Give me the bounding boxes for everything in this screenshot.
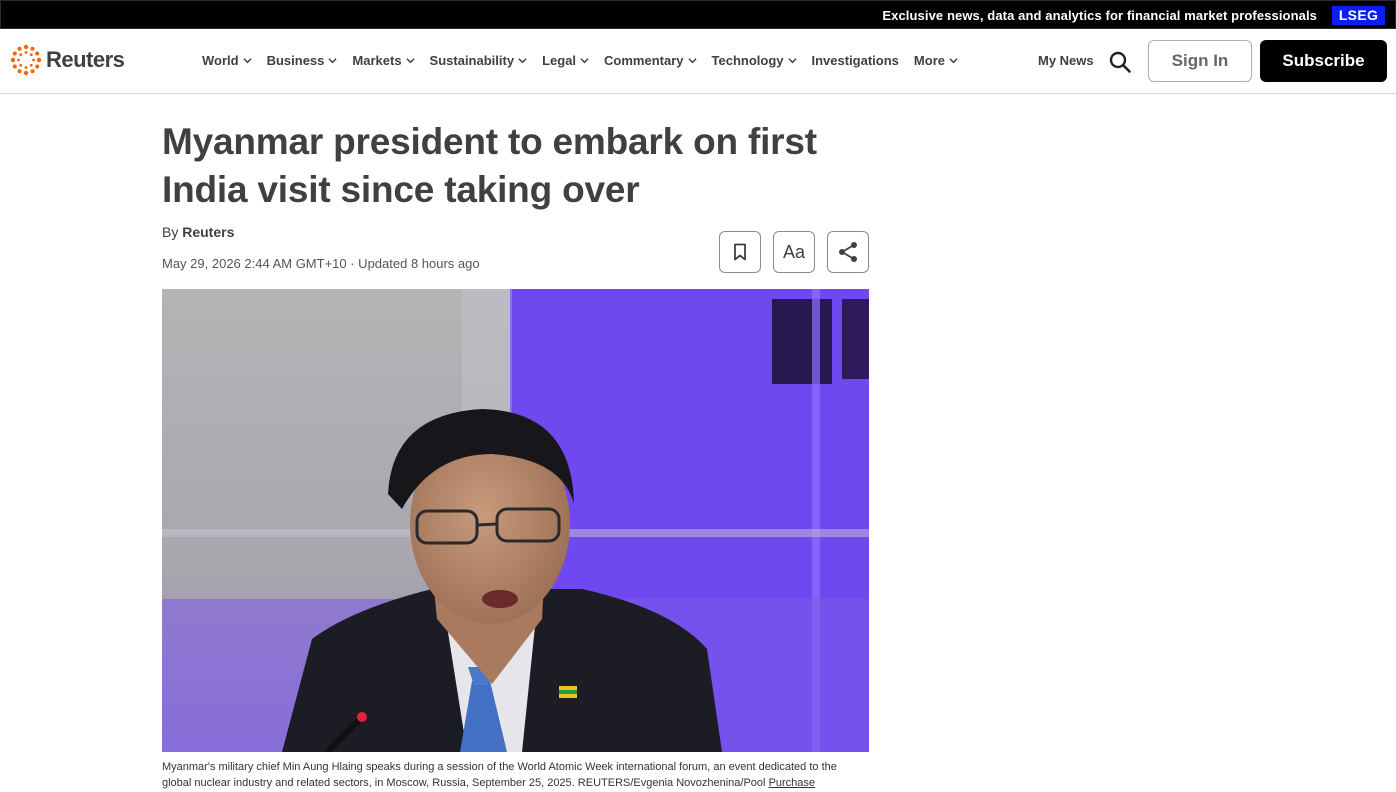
chevron-down-icon	[518, 58, 527, 64]
reuters-logo[interactable]: Reuters	[10, 44, 125, 76]
chevron-down-icon	[580, 58, 589, 64]
reuters-logo-icon	[10, 44, 42, 76]
caption-text: Myanmar's military chief Min Aung Hlaing…	[162, 761, 837, 789]
site-header: Reuters World Business Markets Sustainab…	[0, 29, 1396, 94]
byline-author[interactable]: Reuters	[182, 224, 234, 240]
logo-text: Reuters	[46, 47, 125, 72]
my-news-link[interactable]: My News	[1038, 53, 1094, 68]
chevron-down-icon	[949, 58, 958, 64]
share-icon	[839, 242, 857, 262]
nav-item-markets[interactable]: Markets	[352, 53, 415, 68]
font-size-button[interactable]: Aa	[773, 231, 815, 273]
nav-item-label: More	[913, 53, 945, 68]
bookmark-icon	[734, 243, 746, 261]
byline-prefix: By	[162, 224, 179, 240]
nav-item-sustainability[interactable]: Sustainability	[430, 53, 528, 68]
nav-item-legal[interactable]: Legal	[542, 53, 589, 68]
nav-item-commentary[interactable]: Commentary	[604, 53, 697, 68]
nav-item-investigations[interactable]: Investigations	[812, 53, 899, 68]
nav-item-more[interactable]: More	[914, 53, 958, 68]
chevron-down-icon	[405, 58, 415, 64]
bookmark-button[interactable]	[719, 231, 761, 273]
lseg-badge[interactable]: LSEG	[1332, 6, 1385, 25]
nav-item-technology[interactable]: Technology	[712, 53, 797, 68]
nav-item-label: Sustainability	[429, 53, 515, 68]
chevron-down-icon	[787, 58, 797, 64]
search-icon[interactable]	[1108, 50, 1132, 74]
nav-item-label: Markets	[352, 53, 402, 68]
article-headline: Myanmar president to embark on first Ind…	[162, 121, 817, 210]
subscribe-button[interactable]: Subscribe	[1260, 40, 1387, 82]
nav-item-label: Investigations	[811, 53, 899, 68]
purchase-link[interactable]: Purchase	[769, 777, 815, 789]
main-nav: World Business Markets Sustainability Le…	[202, 53, 973, 68]
top-banner: Exclusive news, data and analytics for f…	[0, 0, 1396, 29]
nav-item-label: Business	[266, 53, 325, 68]
sign-in-button[interactable]: Sign In	[1148, 40, 1252, 82]
photo-caption: Myanmar's military chief Min Aung Hlaing…	[162, 759, 869, 791]
article-photo[interactable]	[162, 289, 869, 752]
nav-item-label: World	[202, 53, 239, 68]
nav-item-business[interactable]: Business	[267, 53, 338, 68]
banner-text[interactable]: Exclusive news, data and analytics for f…	[882, 8, 1317, 23]
share-button[interactable]	[827, 231, 869, 273]
byline: By Reuters	[162, 224, 234, 240]
article-photo-image	[162, 289, 869, 752]
chevron-down-icon	[242, 58, 252, 64]
nav-item-world[interactable]: World	[202, 53, 252, 68]
article-dateline: May 29, 2026 2:44 AM GMT+10 · Updated 8 …	[162, 256, 480, 271]
nav-item-label: Technology	[711, 53, 784, 68]
chevron-down-icon	[328, 58, 338, 64]
font-size-label: Aa	[782, 241, 806, 262]
nav-item-label: Legal	[542, 53, 577, 68]
chevron-down-icon	[687, 58, 697, 64]
nav-item-label: Commentary	[604, 53, 684, 68]
